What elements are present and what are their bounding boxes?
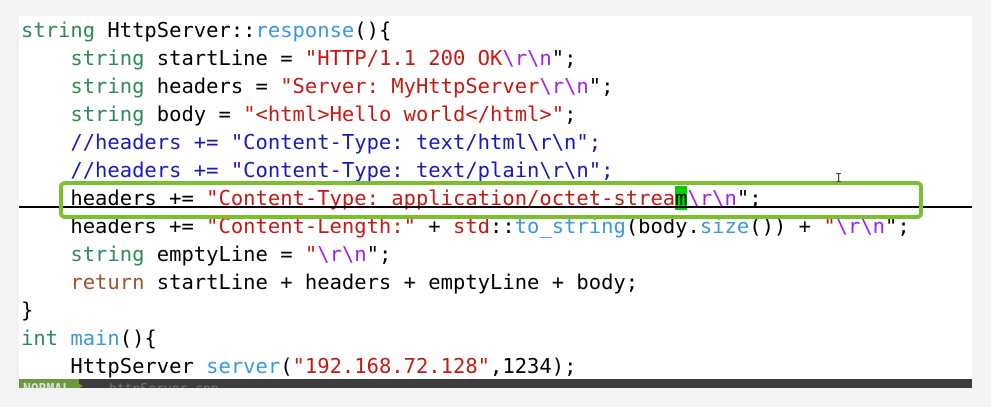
code-line-11: } [21,296,33,324]
code-line-13: HttpServer server("192.168.72.128",1234)… [21,352,576,380]
powerline-arrow-icon [71,379,83,388]
token: string [70,46,145,70]
token: main [70,326,120,350]
mode-indicator: NORMAL [19,379,79,388]
token: } [21,298,34,322]
token: "; [551,46,577,70]
token: (){ [354,18,392,42]
comment: //headers += "Content-Type: text/plain\r… [70,158,614,182]
token: ,1234); [490,354,577,378]
token: server [206,354,281,378]
status-line: NORMAL httpServer.cpp [19,379,972,388]
token: "<html>Hello world</html>" [243,102,565,126]
token: " [304,242,318,266]
token: startLine = [144,46,305,70]
token: "; [588,74,614,98]
token: "; [366,242,392,266]
code-line-3: string headers = "Server: MyHttpServer\r… [21,72,613,100]
token: body = [144,102,244,126]
token: ( [280,354,293,378]
code-line-12: int main(){ [21,324,157,352]
token: string [70,74,145,98]
code-line-6: //headers += "Content-Type: text/plain\r… [21,156,613,184]
token: HttpServer:: [95,18,256,42]
mouse-ibeam-icon: I [835,171,843,185]
token: (){ [119,326,157,350]
code-line-5: //headers += "Content-Type: text/html\r\… [21,128,601,156]
token: \r\n [317,242,367,266]
token: "Server: MyHttpServer [280,74,540,98]
token: \r\n [539,74,589,98]
token: "HTTP/1.1 200 OK [304,46,503,70]
token: return [70,270,145,294]
highlight-annotation-box [59,181,923,219]
status-filename: httpServer.cpp [109,379,219,388]
token: response [255,18,355,42]
code-line-1: string HttpServer::response(){ [21,16,391,44]
token: int [21,326,59,350]
token: string [70,102,145,126]
token: \r\n [502,46,552,70]
token: emptyLine = [144,242,305,266]
token: "192.168.72.128" [292,354,491,378]
code-line-2: string startLine = "HTTP/1.1 200 OK\r\n"… [21,44,576,72]
token: HttpServer [21,354,207,378]
code-line-4: string body = "<html>Hello world</html>"… [21,100,576,128]
token: string [21,18,96,42]
code-editor[interactable]: string HttpServer::response(){ string st… [19,16,972,388]
token: headers = [144,74,281,98]
token: string [70,242,145,266]
token: ; [564,102,577,126]
code-line-9: string emptyLine = "\r\n"; [21,240,391,268]
code-line-10: return startLine + headers + emptyLine +… [21,268,638,296]
comment: //headers += "Content-Type: text/html\r\… [70,130,602,154]
token: startLine + headers + emptyLine + body; [144,270,639,294]
